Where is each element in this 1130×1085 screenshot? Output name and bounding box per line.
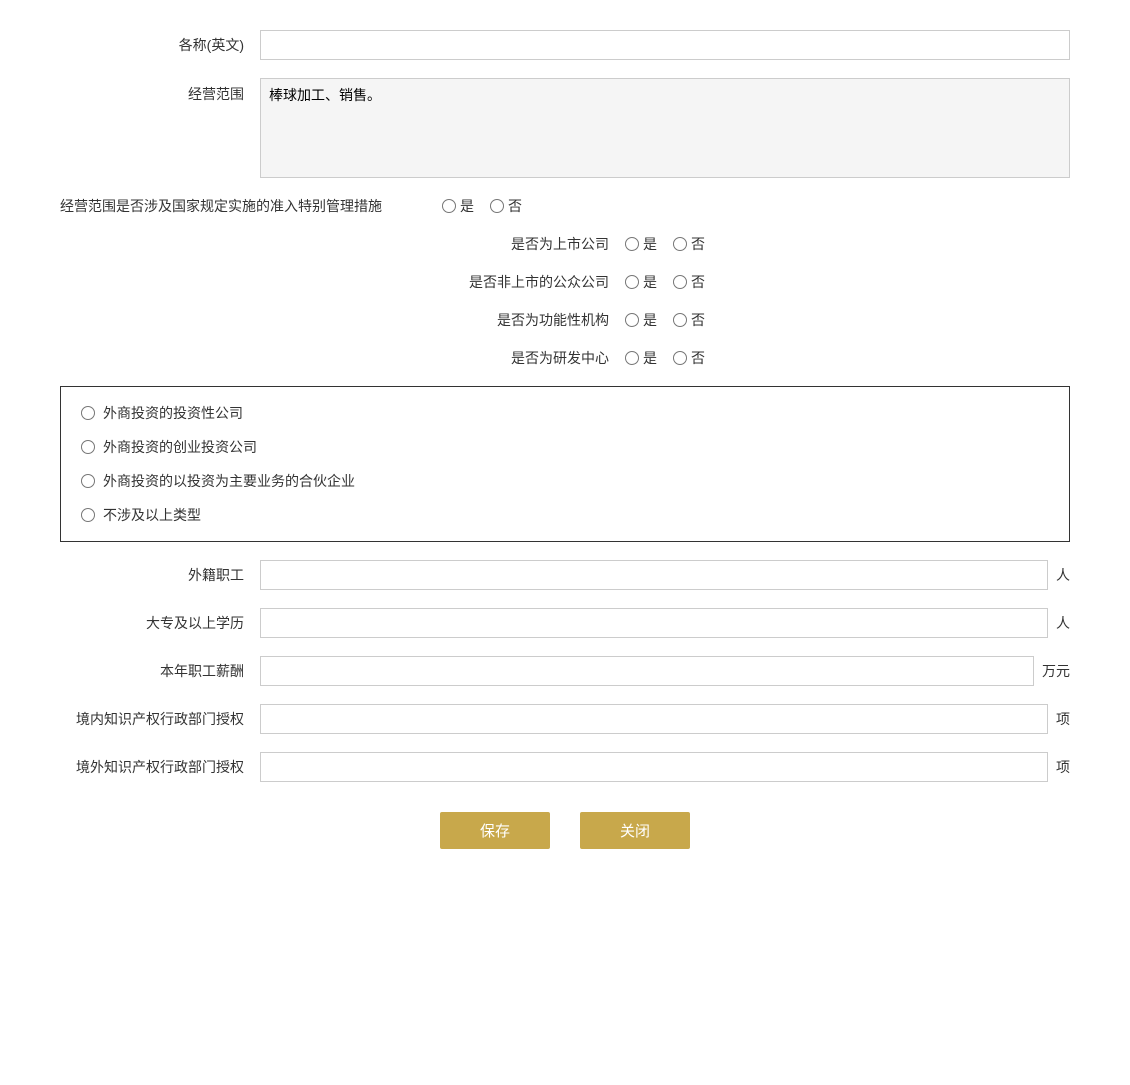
college-edu-unit: 人: [1056, 613, 1070, 633]
functional-no-label[interactable]: 否: [691, 310, 705, 330]
foreign-ip-label: 境外知识产权行政部门授权: [60, 757, 260, 777]
special-mgmt-no-label[interactable]: 否: [508, 196, 522, 216]
rd-center-row: 是否为研发中心 是 否: [60, 348, 1070, 368]
close-button[interactable]: 关闭: [580, 812, 690, 849]
investment-type-row-1: 外商投资的投资性公司: [81, 403, 1049, 423]
investment-type-section: 外商投资的投资性公司 外商投资的创业投资公司 外商投资的以投资为主要业务的合伙企…: [60, 386, 1070, 542]
foreign-employee-input[interactable]: [260, 560, 1048, 590]
rd-no-item[interactable]: 否: [673, 348, 705, 368]
college-edu-input[interactable]: [260, 608, 1048, 638]
non-listed-label: 是否非上市的公众公司: [425, 272, 625, 292]
foreign-employee-row: 外籍职工 人: [60, 560, 1070, 590]
listed-company-row: 是否为上市公司 是 否: [60, 234, 1070, 254]
non-listed-no-item[interactable]: 否: [673, 272, 705, 292]
non-listed-no-radio[interactable]: [673, 275, 687, 289]
functional-org-row: 是否为功能性机构 是 否: [60, 310, 1070, 330]
domestic-ip-unit: 项: [1056, 709, 1070, 729]
non-listed-radio-group: 是 否: [625, 272, 705, 292]
non-listed-yes-item[interactable]: 是: [625, 272, 657, 292]
foreign-ip-unit: 项: [1056, 757, 1070, 777]
listed-yes-item[interactable]: 是: [625, 234, 657, 254]
button-row: 保存 关闭: [60, 812, 1070, 849]
special-mgmt-yes-item[interactable]: 是: [442, 196, 474, 216]
functional-no-radio[interactable]: [673, 313, 687, 327]
foreign-ip-row: 境外知识产权行政部门授权 项: [60, 752, 1070, 782]
name-en-row: 各称(英文): [60, 30, 1070, 60]
listed-no-radio[interactable]: [673, 237, 687, 251]
business-scope-label: 经营范围: [60, 78, 260, 104]
annual-salary-label: 本年职工薪酬: [60, 661, 260, 681]
foreign-ip-input[interactable]: [260, 752, 1048, 782]
special-mgmt-no-radio[interactable]: [490, 199, 504, 213]
listed-company-radio-group: 是 否: [625, 234, 705, 254]
special-mgmt-yes-label[interactable]: 是: [460, 196, 474, 216]
special-mgmt-yes-radio[interactable]: [442, 199, 456, 213]
investment-type-row-3: 外商投资的以投资为主要业务的合伙企业: [81, 471, 1049, 491]
rd-no-label[interactable]: 否: [691, 348, 705, 368]
non-listed-row: 是否非上市的公众公司 是 否: [60, 272, 1070, 292]
rd-yes-radio[interactable]: [625, 351, 639, 365]
investment-type-radio-3[interactable]: [81, 474, 95, 488]
functional-yes-label[interactable]: 是: [643, 310, 657, 330]
functional-org-label: 是否为功能性机构: [425, 310, 625, 330]
foreign-employee-label: 外籍职工: [60, 565, 260, 585]
special-mgmt-no-item[interactable]: 否: [490, 196, 522, 216]
functional-yes-radio[interactable]: [625, 313, 639, 327]
rd-yes-item[interactable]: 是: [625, 348, 657, 368]
investment-type-radio-4[interactable]: [81, 508, 95, 522]
functional-yes-item[interactable]: 是: [625, 310, 657, 330]
rd-center-label: 是否为研发中心: [425, 348, 625, 368]
name-en-input[interactable]: [260, 30, 1070, 60]
non-listed-no-label[interactable]: 否: [691, 272, 705, 292]
rd-no-radio[interactable]: [673, 351, 687, 365]
rd-center-radio-group: 是 否: [625, 348, 705, 368]
investment-type-radio-2[interactable]: [81, 440, 95, 454]
functional-no-item[interactable]: 否: [673, 310, 705, 330]
name-en-label: 各称(英文): [60, 35, 260, 55]
form-container: 各称(英文) 经营范围 棒球加工、销售。 经营范围是否涉及国家规定实施的准入特别…: [60, 30, 1070, 849]
investment-type-label-4[interactable]: 不涉及以上类型: [103, 505, 201, 525]
business-scope-textarea[interactable]: 棒球加工、销售。: [260, 78, 1070, 178]
listed-company-label: 是否为上市公司: [425, 234, 625, 254]
domestic-ip-label: 境内知识产权行政部门授权: [60, 709, 260, 729]
domestic-ip-input[interactable]: [260, 704, 1048, 734]
special-mgmt-label: 经营范围是否涉及国家规定实施的准入特别管理措施: [60, 196, 382, 216]
listed-no-label[interactable]: 否: [691, 234, 705, 254]
investment-type-radio-1[interactable]: [81, 406, 95, 420]
non-listed-yes-label[interactable]: 是: [643, 272, 657, 292]
investment-type-row-2: 外商投资的创业投资公司: [81, 437, 1049, 457]
functional-org-radio-group: 是 否: [625, 310, 705, 330]
foreign-employee-unit: 人: [1056, 565, 1070, 585]
special-mgmt-row: 经营范围是否涉及国家规定实施的准入特别管理措施 是 否: [60, 196, 1070, 216]
rd-yes-label[interactable]: 是: [643, 348, 657, 368]
business-scope-row: 经营范围 棒球加工、销售。: [60, 78, 1070, 178]
non-listed-yes-radio[interactable]: [625, 275, 639, 289]
special-mgmt-radio-group: 是 否: [442, 196, 522, 216]
investment-type-label-2[interactable]: 外商投资的创业投资公司: [103, 437, 257, 457]
investment-type-label-1[interactable]: 外商投资的投资性公司: [103, 403, 243, 423]
domestic-ip-row: 境内知识产权行政部门授权 项: [60, 704, 1070, 734]
annual-salary-unit: 万元: [1042, 661, 1070, 681]
listed-yes-label[interactable]: 是: [643, 234, 657, 254]
annual-salary-row: 本年职工薪酬 万元: [60, 656, 1070, 686]
college-edu-row: 大专及以上学历 人: [60, 608, 1070, 638]
college-edu-label: 大专及以上学历: [60, 613, 260, 633]
investment-type-label-3[interactable]: 外商投资的以投资为主要业务的合伙企业: [103, 471, 355, 491]
save-button[interactable]: 保存: [440, 812, 550, 849]
investment-type-row-4: 不涉及以上类型: [81, 505, 1049, 525]
listed-no-item[interactable]: 否: [673, 234, 705, 254]
annual-salary-input[interactable]: [260, 656, 1034, 686]
listed-yes-radio[interactable]: [625, 237, 639, 251]
